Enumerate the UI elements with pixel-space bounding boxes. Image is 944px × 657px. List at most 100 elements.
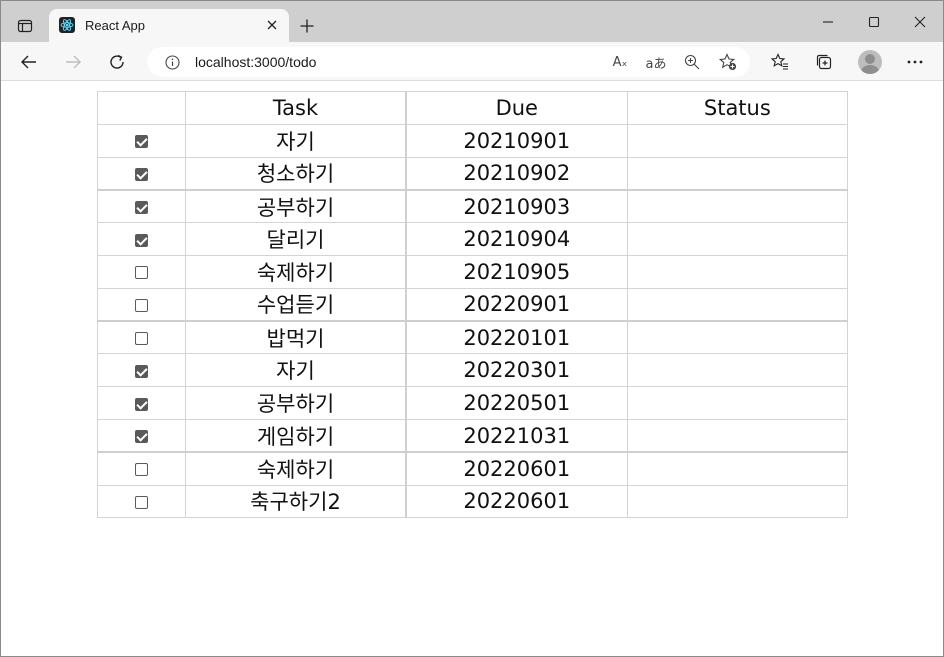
row-status	[626, 451, 849, 486]
row-checkbox-cell	[96, 386, 187, 420]
back-icon	[21, 55, 36, 69]
tab-title: React App	[85, 18, 145, 33]
favorites-icon	[771, 53, 788, 70]
row-checkbox[interactable]	[135, 266, 149, 280]
maximize-button[interactable]	[851, 8, 897, 36]
table-row: 밥먹기 20220101	[96, 320, 849, 355]
read-aloud-button[interactable]: Aₓ	[609, 51, 631, 73]
address-bar[interactable]: localhost:3000/todo Aₓ aあ	[147, 47, 750, 77]
row-checkbox[interactable]	[135, 430, 149, 444]
url-text[interactable]: localhost:3000/todo	[195, 54, 316, 70]
translate-icon: aあ	[645, 56, 667, 72]
row-status	[626, 254, 849, 289]
row-task: 공부하기	[185, 386, 407, 420]
forward-button[interactable]	[59, 48, 87, 76]
row-status	[626, 222, 849, 256]
row-status	[626, 418, 849, 454]
row-due: 20210904	[404, 222, 628, 256]
table-row: 숙제하기 20220601	[96, 451, 849, 486]
info-icon	[164, 54, 180, 70]
row-task: 청소하기	[185, 156, 407, 191]
row-checkbox-cell	[96, 156, 187, 191]
row-status	[626, 156, 849, 191]
row-checkbox[interactable]	[135, 364, 149, 378]
site-info-button[interactable]	[163, 53, 181, 71]
row-due: 20220101	[404, 320, 628, 355]
header-due: Due	[404, 91, 628, 125]
row-task: 숙제하기	[185, 254, 407, 289]
browser-toolbar: localhost:3000/todo Aₓ aあ	[1, 42, 943, 81]
row-due: 20220501	[404, 386, 628, 420]
row-due: 20221031	[404, 418, 628, 454]
tab-actions-button[interactable]	[13, 14, 37, 38]
tab-actions-icon	[17, 19, 33, 33]
refresh-icon	[110, 54, 124, 69]
add-favorite-icon	[719, 53, 737, 71]
row-status	[626, 320, 849, 355]
row-due: 20210903	[404, 189, 628, 224]
row-checkbox-cell	[96, 451, 187, 486]
row-due: 20220601	[404, 484, 628, 519]
table-row: 공부하기 20220501	[96, 386, 849, 420]
row-checkbox[interactable]	[135, 135, 149, 149]
minimize-icon	[823, 21, 833, 23]
new-tab-button[interactable]	[295, 14, 319, 38]
row-checkbox[interactable]	[135, 463, 149, 477]
row-checkbox-cell	[96, 320, 187, 355]
window-close-button[interactable]	[897, 8, 943, 36]
collections-button[interactable]	[810, 48, 838, 76]
title-bar: React App	[1, 1, 943, 42]
tab-close-button[interactable]	[263, 16, 281, 34]
row-checkbox-cell	[96, 123, 187, 158]
row-status	[626, 123, 849, 158]
todo-table: Task Due Status 자기 20210901 청소하기 20210902 공부…	[96, 91, 849, 519]
row-task: 숙제하기	[185, 451, 407, 486]
row-checkbox[interactable]	[135, 397, 149, 411]
row-checkbox[interactable]	[135, 495, 149, 509]
row-status	[626, 189, 849, 224]
minimize-button[interactable]	[805, 8, 851, 36]
row-checkbox-cell	[96, 189, 187, 224]
read-aloud-icon: Aₓ	[612, 54, 628, 70]
row-checkbox-cell	[96, 222, 187, 256]
row-status	[626, 386, 849, 420]
row-status	[626, 484, 849, 519]
row-checkbox-cell	[96, 484, 187, 519]
table-row: 수업듣기 20220901	[96, 287, 849, 323]
row-due: 20220901	[404, 287, 628, 323]
table-row: 공부하기 20210903	[96, 189, 849, 224]
profile-icon[interactable]	[858, 50, 882, 74]
row-task: 자기	[185, 353, 407, 388]
table-row: 자기 20210901	[96, 123, 849, 158]
todo-table-body: 자기 20210901 청소하기 20210902 공부하기 20210903 달리기 202…	[96, 123, 849, 519]
back-button[interactable]	[15, 48, 43, 76]
header-task: Task	[185, 91, 407, 125]
add-favorite-button[interactable]	[717, 51, 739, 73]
more-button[interactable]	[901, 48, 929, 76]
row-checkbox-cell	[96, 353, 187, 388]
row-checkbox[interactable]	[135, 167, 149, 181]
table-row: 게임하기 20221031	[96, 418, 849, 454]
favorites-button[interactable]	[766, 48, 794, 76]
row-checkbox[interactable]	[135, 332, 149, 346]
row-checkbox-cell	[96, 254, 187, 289]
collections-icon	[816, 54, 832, 70]
row-due: 20220601	[404, 451, 628, 486]
header-status: Status	[626, 91, 849, 125]
zoom-icon	[684, 54, 700, 70]
forward-icon	[66, 55, 81, 69]
table-row: 자기 20220301	[96, 353, 849, 388]
translate-button[interactable]: aあ	[645, 51, 667, 73]
row-checkbox[interactable]	[135, 298, 149, 312]
table-header-row: Task Due Status	[96, 91, 849, 125]
browser-tab[interactable]: React App	[49, 9, 289, 42]
plus-icon	[300, 19, 314, 33]
more-icon	[907, 60, 923, 64]
table-row: 청소하기 20210902	[96, 156, 849, 191]
row-checkbox-cell	[96, 287, 187, 323]
row-checkbox[interactable]	[135, 201, 149, 215]
row-checkbox[interactable]	[135, 233, 149, 247]
zoom-button[interactable]	[681, 51, 703, 73]
react-favicon-icon	[59, 17, 75, 33]
refresh-button[interactable]	[103, 48, 131, 76]
